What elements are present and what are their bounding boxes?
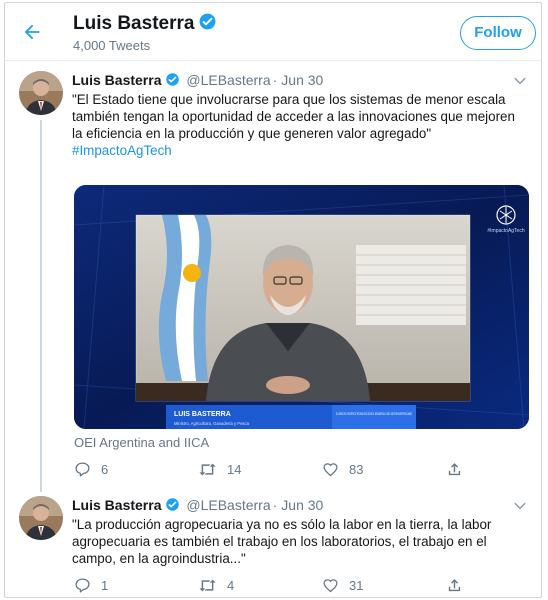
verified-badge-icon [165, 497, 180, 515]
retweet-button[interactable]: 4 [198, 576, 234, 594]
tweet[interactable]: Luis Basterra @LEBasterra · Jun 30 "El Est… [5, 62, 541, 492]
profile-name: Luis Basterra [73, 12, 217, 37]
profile-header: Luis Basterra 4,000 Tweets Follow [5, 3, 541, 61]
back-arrow-icon[interactable] [21, 21, 43, 43]
author-name[interactable]: Luis Basterra [72, 72, 161, 88]
like-count: 83 [349, 461, 364, 477]
follow-button[interactable]: Follow [460, 16, 536, 50]
tweet-actions: 6 14 83 [74, 460, 474, 478]
share-button[interactable] [446, 460, 473, 478]
tweet[interactable]: Luis Basterra @LEBasterra · Jun 30 "La pro… [5, 489, 541, 597]
chevron-down-icon[interactable] [513, 74, 527, 88]
like-button[interactable]: 83 [322, 460, 363, 478]
heart-icon [323, 462, 338, 476]
like-count: 31 [349, 577, 364, 593]
reply-button[interactable]: 6 [74, 460, 108, 478]
tweet-text: "El Estado tiene que involucrarse para q… [72, 91, 528, 159]
like-button[interactable]: 31 [322, 576, 363, 594]
thread-line [40, 120, 42, 492]
tweet-count: 4,000 Tweets [73, 38, 151, 53]
tweet-date[interactable]: Jun 30 [281, 497, 323, 513]
verified-badge-icon [198, 12, 217, 37]
reply-icon [75, 461, 90, 477]
video-thumbnail[interactable]: #ImpactoAgTech LUIS BASTERRA Ministro, A… [74, 185, 529, 429]
lower-third-role: Ministro, Agricultura, Ganadería y Pesca [174, 421, 250, 426]
hashtag-link[interactable]: #ImpactoAgTech [72, 142, 528, 159]
reply-button[interactable]: 1 [74, 576, 108, 594]
author-name[interactable]: Luis Basterra [72, 497, 161, 513]
media-credit[interactable]: OEI Argentina and IICA [74, 435, 209, 450]
tweet-actions: 1 4 31 [74, 576, 474, 594]
separator-dot: · [272, 497, 278, 513]
retweet-icon [199, 463, 216, 475]
retweet-count: 4 [227, 577, 235, 593]
avatar[interactable] [19, 496, 63, 540]
avatar[interactable] [19, 71, 63, 115]
retweet-icon [199, 579, 216, 591]
profile-timeline: Luis Basterra 4,000 Tweets Follow Luis B… [4, 2, 542, 598]
logo-caption: #ImpactoAgTech [487, 228, 524, 234]
verified-badge-icon [165, 72, 180, 90]
reply-count: 6 [101, 461, 109, 477]
tweet-header: Luis Basterra @LEBasterra · Jun 30 [72, 497, 323, 515]
retweet-count: 14 [227, 461, 242, 477]
author-handle[interactable]: @LEBasterra [186, 497, 270, 513]
lower-third-topic: EL IMPACTO CIENTÍFICO TECNOLÓGICO EN EL … [336, 411, 412, 416]
share-icon [448, 578, 461, 591]
heart-icon [323, 578, 338, 592]
reply-count: 1 [101, 577, 109, 593]
lower-third-name: LUIS BASTERRA [174, 411, 231, 418]
separator-dot: · [272, 72, 278, 88]
tweet-date[interactable]: Jun 30 [281, 72, 323, 88]
chevron-down-icon[interactable] [513, 499, 527, 513]
retweet-button[interactable]: 14 [198, 460, 241, 478]
reply-icon [75, 577, 90, 593]
author-handle[interactable]: @LEBasterra [186, 72, 270, 88]
tweet-text: "La producción agropecuaria ya no es sól… [72, 517, 492, 566]
share-button[interactable] [446, 576, 473, 594]
tweet-header: Luis Basterra @LEBasterra · Jun 30 [72, 72, 323, 90]
share-icon [448, 462, 461, 475]
